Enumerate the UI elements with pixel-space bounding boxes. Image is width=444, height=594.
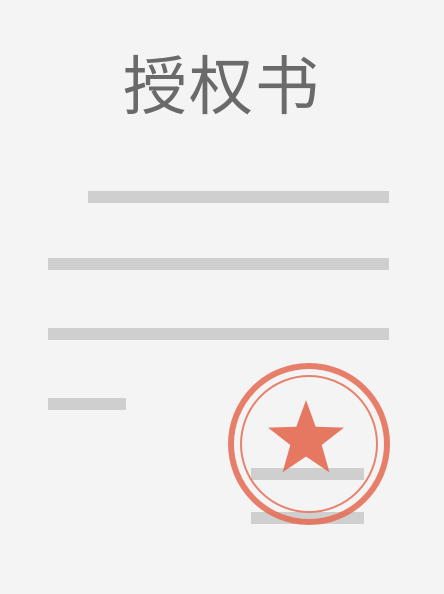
seal-star-icon bbox=[268, 400, 344, 473]
seal-stamp-icon bbox=[228, 363, 390, 525]
text-placeholder-line-1 bbox=[88, 191, 389, 203]
document-title: 授权书 bbox=[123, 51, 321, 125]
text-placeholder-line-4 bbox=[48, 398, 126, 410]
text-placeholder-line-2 bbox=[48, 258, 389, 270]
text-placeholder-line-3 bbox=[48, 328, 389, 340]
